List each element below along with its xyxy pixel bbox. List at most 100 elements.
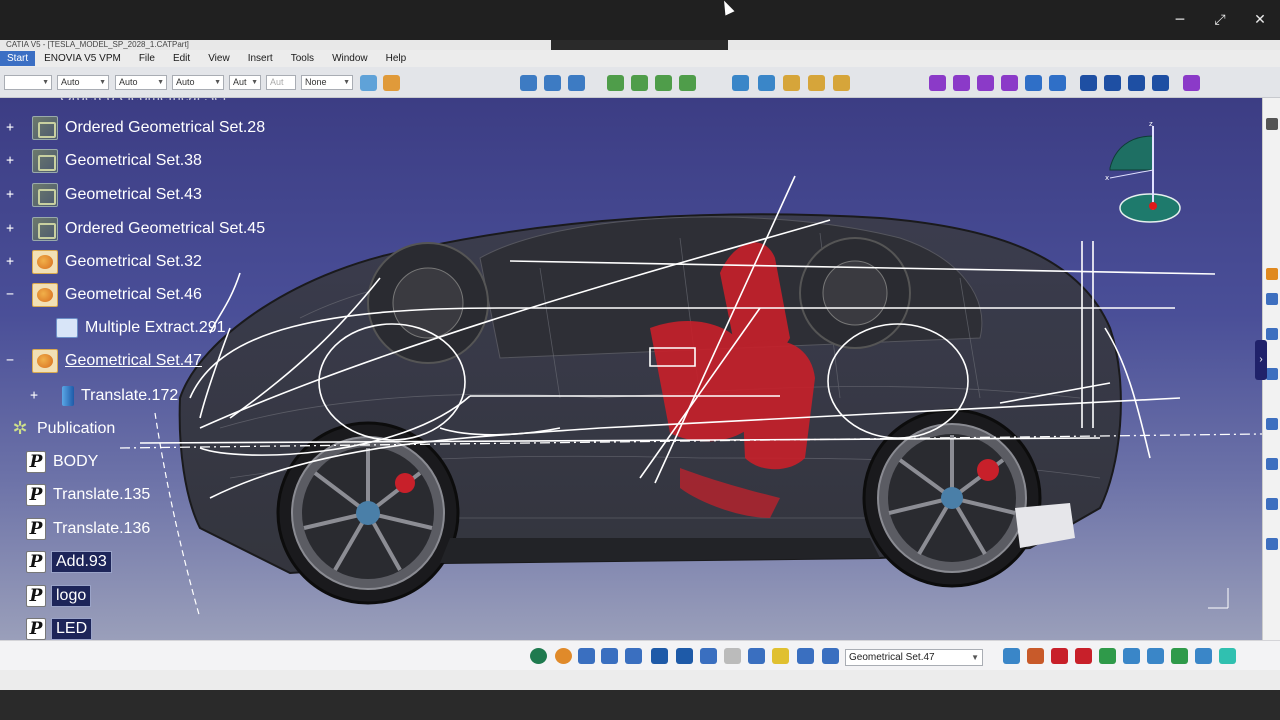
hide-show-icon[interactable] — [724, 648, 741, 664]
tree-node[interactable]: + Geometrical Set.43 — [6, 183, 204, 207]
lineweight-combo[interactable]: Auto ▼ — [172, 75, 224, 90]
boundary-icon[interactable] — [833, 75, 850, 91]
menu-tools[interactable]: Tools — [282, 53, 323, 64]
fill-icon[interactable] — [679, 75, 696, 91]
tree-node[interactable]: Plogo — [26, 584, 92, 608]
update-icon[interactable] — [1152, 75, 1169, 91]
workbench-icon[interactable] — [1266, 118, 1278, 130]
pan-icon[interactable] — [555, 648, 572, 664]
tree-node[interactable]: + Geometrical Set.38 — [6, 149, 204, 173]
color-combo[interactable]: ▼ — [4, 75, 52, 90]
revolve-icon[interactable] — [631, 75, 648, 91]
symmetry-icon[interactable] — [977, 75, 994, 91]
constraint-tool-icon[interactable] — [1266, 368, 1278, 380]
part-body-icon[interactable] — [1080, 75, 1097, 91]
tree-node[interactable]: − Geometrical Set.46 — [6, 283, 204, 307]
expand-icon[interactable]: + — [4, 188, 16, 201]
menu-edit[interactable]: Edit — [164, 53, 199, 64]
menu-insert[interactable]: Insert — [239, 53, 282, 64]
law-icon[interactable] — [1051, 648, 1068, 664]
define-in-work-object-icon[interactable] — [822, 648, 839, 664]
menu-view[interactable]: View — [199, 53, 239, 64]
linetype-combo[interactable]: Auto ▼ — [115, 75, 167, 90]
tree-node[interactable]: P Translate.136 — [26, 517, 152, 541]
layer-filter-combo[interactable]: Aut — [266, 75, 296, 90]
point-icon[interactable] — [520, 75, 537, 91]
zoom-in-icon[interactable] — [601, 648, 618, 664]
affinity-icon[interactable] — [1025, 75, 1042, 91]
sweep-icon[interactable] — [655, 75, 672, 91]
scaling-icon[interactable] — [1001, 75, 1018, 91]
expand-icon[interactable]: + — [4, 255, 16, 268]
knowledge-icon[interactable] — [1266, 538, 1278, 550]
compass-icon[interactable]: z x — [1105, 118, 1185, 228]
grid-icon[interactable] — [758, 75, 775, 91]
tree-node[interactable]: + Translate.172 — [30, 384, 180, 408]
menu-enovia[interactable]: ENOVIA V5 VPM — [35, 53, 130, 64]
tree-node[interactable]: − Geometrical Set.47 — [6, 349, 204, 373]
plane-icon[interactable] — [568, 75, 585, 91]
design-table-icon[interactable] — [1075, 648, 1092, 664]
tree-node[interactable]: P LED — [26, 617, 93, 640]
3d-viewport[interactable]: z x Ordered Geometrical Set. +Ordered Ge… — [0, 98, 1262, 640]
draft-analysis-icon[interactable] — [1147, 648, 1164, 664]
fit-all-icon[interactable] — [530, 648, 547, 664]
operation-tool-icon[interactable] — [1266, 328, 1278, 340]
menu-start[interactable]: Start — [0, 51, 36, 66]
layer-combo[interactable]: None ▼ — [301, 75, 353, 90]
tree-node[interactable]: P BODY — [26, 450, 100, 474]
tree-node[interactable]: Multiple Extract.291 — [56, 316, 228, 340]
close-button[interactable]: ✕ — [1247, 8, 1273, 32]
collapse-icon[interactable]: − — [4, 288, 16, 301]
apply-material-icon[interactable] — [1266, 498, 1278, 510]
rotate-icon[interactable] — [953, 75, 970, 91]
surface-tool-icon[interactable] — [1266, 293, 1278, 305]
swap-visible-icon[interactable] — [748, 648, 765, 664]
join-icon[interactable] — [732, 75, 749, 91]
painter-icon[interactable] — [360, 75, 377, 91]
measure-tool-icon[interactable] — [1266, 418, 1278, 430]
current-set-combo[interactable]: Geometrical Set.47 ▼ — [845, 649, 983, 666]
expand-icon[interactable]: + — [4, 121, 16, 134]
sketch-icon[interactable] — [1104, 75, 1121, 91]
properties-icon[interactable] — [383, 75, 400, 91]
right-panel-toggle-icon[interactable]: › — [1255, 340, 1267, 380]
rotate-view-icon[interactable] — [578, 648, 595, 664]
tree-node[interactable]: + Ordered Geometrical Set.28 — [6, 116, 267, 140]
expand-icon[interactable]: + — [28, 389, 40, 402]
split-icon[interactable] — [783, 75, 800, 91]
expand-icon[interactable]: + — [4, 154, 16, 167]
sketch-plane-icon[interactable] — [772, 648, 789, 664]
collapse-icon[interactable]: − — [4, 354, 16, 367]
shading-icon[interactable] — [700, 648, 717, 664]
analysis-icon[interactable] — [1183, 75, 1200, 91]
point-symbol-combo[interactable]: Aut ▼ — [229, 75, 261, 90]
formula-icon[interactable] — [1027, 648, 1044, 664]
iso-view-icon[interactable] — [676, 648, 693, 664]
trim-icon[interactable] — [808, 75, 825, 91]
normal-view-icon[interactable] — [651, 648, 668, 664]
extrude-icon[interactable] — [607, 75, 624, 91]
geometrical-set-icon[interactable] — [1128, 75, 1145, 91]
menu-window[interactable]: Window — [323, 53, 377, 64]
connect-checker-icon[interactable] — [1123, 648, 1140, 664]
tree-node[interactable]: + Ordered Geometrical Set.45 — [6, 217, 267, 241]
porcupine-icon[interactable] — [1195, 648, 1212, 664]
tree-node[interactable]: ✲ Publication — [10, 417, 117, 441]
restore-button[interactable]: ⤢ — [1207, 8, 1233, 32]
wireframe-tool-icon[interactable] — [1266, 268, 1278, 280]
tree-node[interactable]: P Add.93 — [26, 550, 112, 574]
pattern-icon[interactable] — [1049, 75, 1066, 91]
tree-node[interactable]: + Geometrical Set.32 — [6, 250, 204, 274]
surface-analysis-icon[interactable] — [1099, 648, 1116, 664]
transparency-combo[interactable]: Auto ▼ — [57, 75, 109, 90]
menu-help[interactable]: Help — [377, 53, 416, 64]
translate-icon[interactable] — [929, 75, 946, 91]
knowledge-advisor-icon[interactable] — [1003, 648, 1020, 664]
zoom-out-icon[interactable] — [625, 648, 642, 664]
menu-file[interactable]: File — [130, 53, 164, 64]
minimize-button[interactable]: ─ — [1167, 8, 1193, 32]
expand-icon[interactable]: + — [4, 222, 16, 235]
analysis-tool-icon[interactable] — [1266, 458, 1278, 470]
line-icon[interactable] — [544, 75, 561, 91]
